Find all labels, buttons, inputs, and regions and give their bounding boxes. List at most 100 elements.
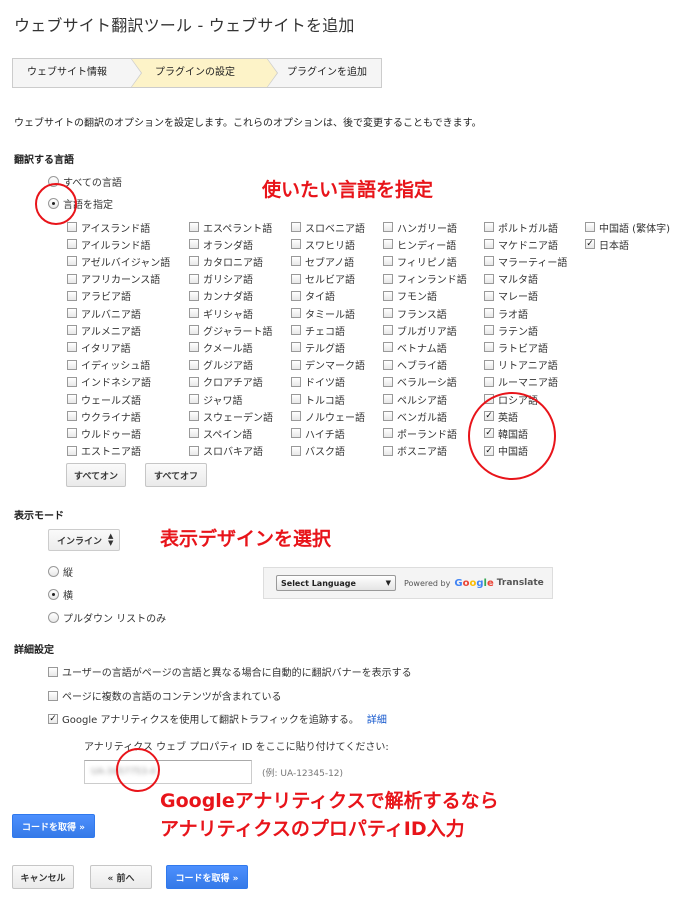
language-checkbox[interactable]: エスペラント語 bbox=[189, 220, 272, 235]
all-on-button[interactable]: すべてオン bbox=[66, 463, 126, 487]
language-checkbox[interactable]: ヒンディー語 bbox=[383, 237, 456, 252]
checkbox-icon bbox=[291, 411, 301, 422]
language-checkbox[interactable]: ペルシア語 bbox=[383, 392, 447, 407]
display-mode-select[interactable]: インライン ▲ ▼ bbox=[48, 529, 120, 551]
all-off-button[interactable]: すべてオフ bbox=[145, 463, 207, 487]
language-checkbox[interactable]: マルタ語 bbox=[484, 272, 538, 286]
language-checkbox[interactable]: ルーマニア語 bbox=[484, 375, 558, 389]
checkbox-icon bbox=[383, 445, 393, 456]
checkbox-icon bbox=[291, 445, 301, 456]
language-checkbox[interactable]: マラーティー語 bbox=[484, 254, 567, 269]
language-checkbox[interactable]: ヘブライ語 bbox=[383, 358, 447, 372]
horizontal-radio[interactable]: 横 bbox=[48, 587, 73, 602]
language-checkbox[interactable]: ウェールズ語 bbox=[67, 392, 141, 407]
language-checkbox[interactable]: チェコ語 bbox=[291, 323, 345, 338]
language-checkbox[interactable]: アイスランド語 bbox=[67, 220, 150, 235]
language-checkbox[interactable]: ポーランド語 bbox=[383, 426, 457, 441]
language-checkbox[interactable]: アルバニア語 bbox=[67, 306, 141, 321]
language-checkbox[interactable]: テルグ語 bbox=[291, 340, 345, 355]
language-checkbox[interactable]: ハンガリー語 bbox=[383, 220, 457, 235]
page-title: ウェブサイト翻訳ツール - ウェブサイトを追加 bbox=[14, 16, 355, 35]
language-checkbox[interactable]: ウルドゥー語 bbox=[67, 426, 141, 441]
language-checkbox[interactable]: アイルランド語 bbox=[67, 237, 151, 252]
language-checkbox[interactable]: バスク語 bbox=[291, 444, 345, 458]
language-checkbox[interactable]: スロバキア語 bbox=[189, 444, 263, 458]
language-checkbox[interactable]: ボスニア語 bbox=[383, 444, 447, 458]
languages-heading: 翻訳する言語 bbox=[14, 155, 74, 166]
checkbox-icon bbox=[67, 376, 77, 387]
language-checkbox[interactable]: スペイン語 bbox=[189, 426, 252, 441]
language-label: ノルウェー語 bbox=[305, 412, 365, 424]
language-label: アルバニア語 bbox=[81, 309, 141, 321]
multi-language-checkbox[interactable]: ページに複数の言語のコンテンツが含まれている bbox=[48, 688, 282, 703]
language-checkbox[interactable]: フモン語 bbox=[383, 289, 437, 303]
language-checkbox[interactable]: ラオ語 bbox=[484, 306, 528, 321]
analytics-checkbox[interactable]: ✓ Google アナリティクスを使用して翻訳トラフィックを追跡する。 詳細 bbox=[48, 711, 387, 726]
language-checkbox[interactable]: 中国語 (繁体字) bbox=[585, 220, 670, 235]
language-checkbox[interactable]: マケドニア語 bbox=[484, 237, 558, 252]
language-label: ボスニア語 bbox=[397, 447, 447, 459]
language-checkbox[interactable]: グジャラート語 bbox=[189, 323, 273, 338]
language-checkbox[interactable]: カタロニア語 bbox=[189, 254, 263, 269]
language-label: スロバキア語 bbox=[203, 447, 263, 459]
language-checkbox[interactable]: ベトナム語 bbox=[383, 340, 447, 355]
language-checkbox[interactable]: ベラルーシ語 bbox=[383, 375, 457, 389]
language-checkbox[interactable]: ノルウェー語 bbox=[291, 409, 365, 424]
vertical-radio[interactable]: 縦 bbox=[48, 564, 73, 579]
back-button[interactable]: « 前へ bbox=[90, 865, 152, 889]
language-checkbox[interactable]: トルコ語 bbox=[291, 392, 345, 407]
dropdown-only-radio[interactable]: プルダウン リストのみ bbox=[48, 610, 166, 625]
language-checkbox[interactable]: タミール語 bbox=[291, 306, 355, 321]
language-checkbox[interactable]: イタリア語 bbox=[67, 340, 131, 355]
language-checkbox[interactable]: ベンガル語 bbox=[383, 409, 447, 424]
radio-label: 縦 bbox=[63, 568, 73, 579]
language-checkbox[interactable]: フィンランド語 bbox=[383, 272, 467, 286]
language-checkbox[interactable]: ラテン語 bbox=[484, 323, 538, 338]
language-checkbox[interactable]: セブアノ語 bbox=[291, 254, 354, 269]
get-code-button[interactable]: コードを取得 » bbox=[166, 865, 248, 889]
language-label: スウェーデン語 bbox=[203, 412, 273, 424]
language-checkbox[interactable]: クメール語 bbox=[189, 340, 253, 355]
language-checkbox[interactable]: アルメニア語 bbox=[67, 323, 141, 338]
language-checkbox[interactable]: タイ語 bbox=[291, 289, 335, 303]
language-checkbox[interactable]: ガリシア語 bbox=[189, 272, 253, 286]
language-checkbox[interactable]: ジャワ語 bbox=[189, 392, 243, 407]
checkbox-icon bbox=[189, 222, 199, 232]
language-checkbox[interactable]: クロアチア語 bbox=[189, 375, 263, 389]
language-checkbox[interactable]: グルジア語 bbox=[189, 358, 253, 372]
language-checkbox[interactable]: エストニア語 bbox=[67, 444, 141, 458]
language-checkbox[interactable]: インドネシア語 bbox=[67, 375, 151, 389]
language-checkbox[interactable]: オランダ語 bbox=[189, 237, 253, 252]
language-checkbox[interactable]: フィリピノ語 bbox=[383, 254, 457, 269]
language-checkbox[interactable]: アフリカーンス語 bbox=[67, 272, 160, 286]
language-checkbox[interactable]: ポルトガル語 bbox=[484, 220, 558, 235]
language-checkbox[interactable]: ギリシャ語 bbox=[189, 306, 253, 321]
language-label: アイルランド語 bbox=[81, 240, 151, 252]
language-checkbox[interactable]: ラトビア語 bbox=[484, 340, 548, 355]
language-checkbox[interactable]: ハイチ語 bbox=[291, 426, 345, 441]
language-checkbox[interactable]: ブルガリア語 bbox=[383, 323, 457, 338]
language-checkbox[interactable]: アゼルバイジャン語 bbox=[67, 254, 170, 269]
auto-banner-checkbox[interactable]: ユーザーの言語がページの言語と異なる場合に自動的に翻訳バナーを表示する bbox=[48, 664, 412, 679]
language-checkbox[interactable]: スウェーデン語 bbox=[189, 409, 273, 424]
language-checkbox[interactable]: イディッシュ語 bbox=[67, 358, 150, 372]
language-checkbox[interactable]: リトアニア語 bbox=[484, 358, 558, 372]
cancel-button[interactable]: キャンセル bbox=[12, 865, 74, 889]
language-checkbox[interactable]: デンマーク語 bbox=[291, 358, 365, 372]
language-checkbox[interactable]: セルビア語 bbox=[291, 272, 355, 286]
language-checkbox[interactable]: ✓ 日本語 bbox=[585, 237, 629, 252]
language-checkbox[interactable]: スロベニア語 bbox=[291, 220, 365, 235]
details-link[interactable]: 詳細 bbox=[367, 711, 387, 726]
property-id-input[interactable]: UA-3457753-4 bbox=[84, 760, 252, 784]
checkbox-icon bbox=[189, 411, 199, 422]
checkbox-icon bbox=[291, 342, 301, 353]
language-checkbox[interactable]: ドイツ語 bbox=[291, 375, 345, 389]
language-checkbox[interactable]: フランス語 bbox=[383, 306, 447, 321]
language-checkbox[interactable]: アラビア語 bbox=[67, 289, 131, 303]
get-code-button-top[interactable]: コードを取得 » bbox=[12, 814, 95, 838]
language-select-preview[interactable]: Select Language ▼ bbox=[276, 575, 396, 591]
language-checkbox[interactable]: マレー語 bbox=[484, 289, 538, 303]
language-checkbox[interactable]: ウクライナ語 bbox=[67, 409, 141, 424]
language-checkbox[interactable]: スワヒリ語 bbox=[291, 237, 355, 252]
language-checkbox[interactable]: カンナダ語 bbox=[189, 289, 253, 303]
